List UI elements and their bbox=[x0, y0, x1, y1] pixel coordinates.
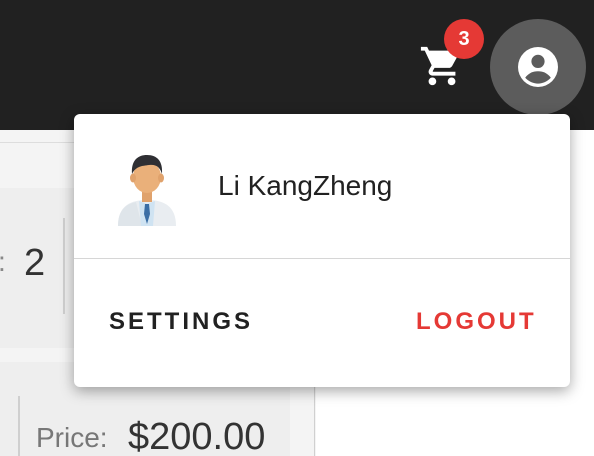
account-button[interactable] bbox=[490, 19, 586, 115]
logout-button[interactable]: LOGOUT bbox=[416, 308, 537, 336]
card-divider bbox=[63, 218, 65, 314]
quantity-value: 2 bbox=[24, 242, 46, 284]
account-menu: Li KangZheng SETTINGS LOGOUT bbox=[74, 114, 570, 387]
panel-divider bbox=[314, 385, 315, 456]
user-name: Li KangZheng bbox=[218, 170, 393, 201]
user-avatar bbox=[118, 155, 176, 226]
settings-button[interactable]: SETTINGS bbox=[109, 308, 253, 336]
page: : 2 Price: $200.00 3 bbox=[0, 0, 594, 456]
card-divider bbox=[18, 396, 20, 456]
price-value: $200.00 bbox=[128, 416, 266, 456]
price-label: Price: bbox=[36, 422, 108, 453]
profile-section: Li KangZheng bbox=[74, 114, 570, 258]
menu-divider bbox=[74, 258, 570, 259]
content-divider bbox=[0, 142, 74, 143]
cart-count-badge: 3 bbox=[444, 19, 484, 59]
account-circle-icon bbox=[518, 47, 558, 87]
quantity-label: : bbox=[0, 246, 6, 278]
